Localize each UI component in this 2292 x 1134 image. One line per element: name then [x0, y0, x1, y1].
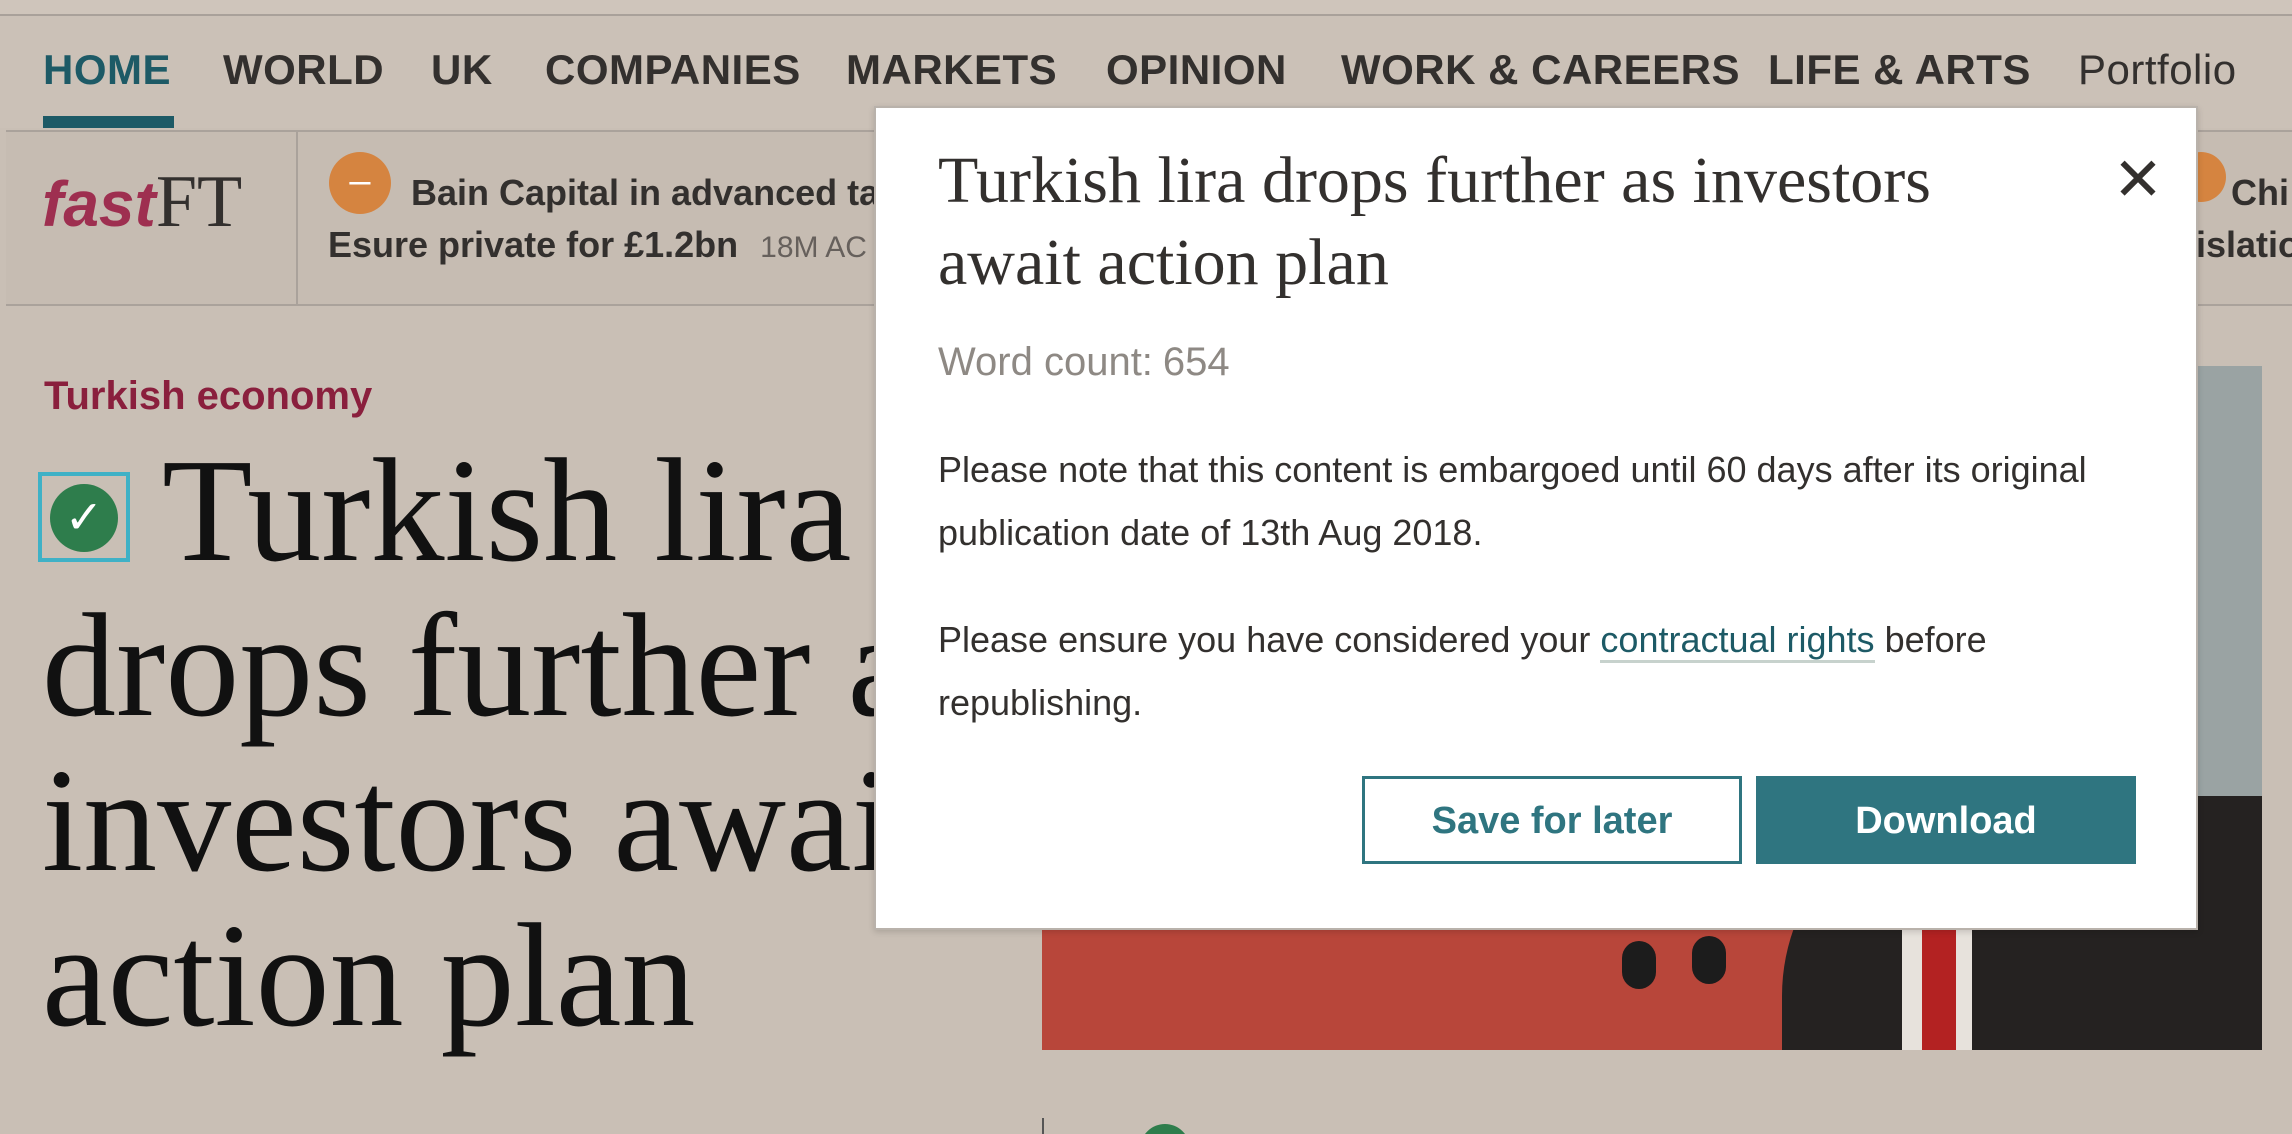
nav-item-companies[interactable]: COMPANIES	[545, 46, 801, 94]
dialog-title: Turkish lira drops further as investors …	[938, 144, 1931, 299]
nav-item-world[interactable]: WORLD	[223, 46, 384, 94]
page: HOME WORLD UK COMPANIES MARKETS OPINION …	[0, 0, 2292, 1134]
column-divider	[1042, 1118, 1044, 1134]
article-topic[interactable]: Turkish economy	[44, 374, 372, 419]
logo-ft: FT	[155, 161, 243, 243]
rights-prefix: Please ensure you have considered your	[938, 619, 1601, 660]
word-count-label: Word count:	[938, 340, 1153, 384]
nav-item-portfolio[interactable]: Portfolio	[2078, 46, 2237, 94]
contractual-rights-link[interactable]: contractual rights	[1600, 619, 1875, 663]
image-tie	[1922, 926, 1956, 1050]
republish-dialog: Turkish lira drops further as investors …	[874, 106, 2198, 930]
ticker-time: 18M AC	[760, 231, 867, 264]
status-dot	[1140, 1124, 1190, 1134]
word-count: Word count: 654	[938, 340, 1230, 385]
nav-item-work-careers[interactable]: WORK & CAREERS	[1341, 46, 1740, 94]
nav-item-uk[interactable]: UK	[431, 46, 493, 94]
close-icon[interactable]: ✕	[2108, 150, 2168, 210]
minus-icon: –	[329, 152, 391, 214]
fastft-logo[interactable]: fastFT	[42, 160, 242, 245]
ticker-headline-line1[interactable]: Bain Capital in advanced ta	[411, 172, 879, 214]
ticker-headline-text: Esure private for £1.2bn	[328, 224, 739, 265]
ticker-right-line1[interactable]: Chi	[2231, 172, 2289, 214]
embargo-notice: Please note that this content is embargo…	[938, 449, 2087, 553]
word-count-value: 654	[1162, 340, 1230, 384]
ticker-right-line2[interactable]: islatio	[2196, 224, 2292, 266]
save-toggle[interactable]: ✓	[38, 472, 130, 562]
ticker-headline-line2[interactable]: Esure private for £1.2bn 18M AC	[328, 224, 867, 266]
save-for-later-button[interactable]: Save for later	[1362, 776, 1742, 864]
nav-item-home[interactable]: HOME	[43, 46, 171, 94]
nav-active-indicator	[43, 116, 174, 128]
rights-notice: Please ensure you have considered your c…	[938, 608, 2138, 734]
nav-item-life-arts[interactable]: LIFE & ARTS	[1768, 46, 2031, 94]
nav-item-opinion[interactable]: OPINION	[1106, 46, 1287, 94]
logo-fast: fast	[42, 168, 156, 240]
microphone-icon	[1622, 941, 1656, 989]
microphone-icon	[1692, 936, 1726, 984]
download-button[interactable]: Download	[1756, 776, 2136, 864]
strip-divider	[296, 132, 298, 304]
check-icon: ✓	[50, 484, 118, 552]
nav-item-markets[interactable]: MARKETS	[846, 46, 1057, 94]
top-rule	[0, 0, 2292, 16]
